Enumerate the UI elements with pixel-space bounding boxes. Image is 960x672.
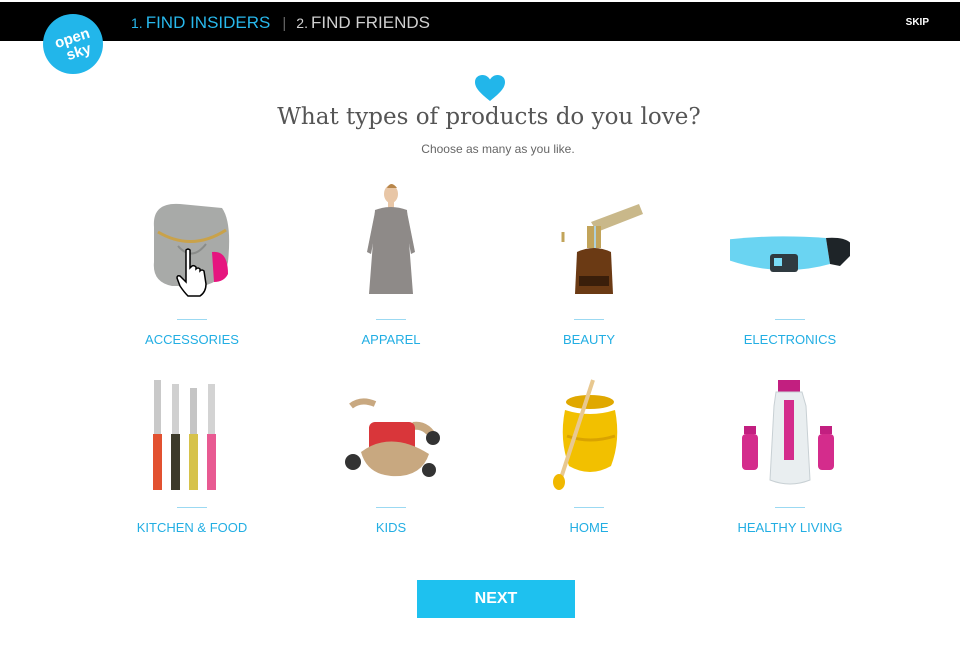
- category-divider: [376, 507, 406, 508]
- dress-image: [367, 184, 415, 294]
- category-label: KIDS: [375, 520, 407, 535]
- category-kitchen-food[interactable]: KITCHEN & FOOD: [97, 370, 287, 540]
- step-number: 2.: [296, 15, 308, 31]
- category-label: BEAUTY: [562, 332, 615, 347]
- category-electronics[interactable]: ELECTRONICS: [695, 182, 885, 352]
- category-label: HEALTHY LIVING: [737, 520, 843, 535]
- opensky-logo[interactable]: open sky: [43, 14, 103, 74]
- top-bar: 1. FIND INSIDERS | 2. FIND FRIENDS SKIP: [0, 2, 960, 41]
- category-divider: [177, 507, 207, 508]
- beauty-bottle-image: [561, 204, 643, 294]
- category-apparel[interactable]: APPAREL: [296, 182, 486, 352]
- next-button[interactable]: NEXT: [417, 580, 575, 618]
- step-indicator: 1. FIND INSIDERS | 2. FIND FRIENDS: [131, 13, 430, 35]
- kids-toy-image: [345, 398, 440, 477]
- wristband-image: [730, 236, 850, 272]
- step-separator: |: [282, 15, 287, 32]
- skip-link[interactable]: SKIP: [906, 17, 929, 28]
- category-divider: [574, 507, 604, 508]
- hand-pointer-cursor-icon: [176, 248, 207, 297]
- category-divider: [376, 319, 406, 320]
- step-find-friends[interactable]: 2. FIND FRIENDS: [296, 13, 430, 33]
- category-divider: [177, 319, 207, 320]
- step-label: FIND INSIDERS: [145, 13, 271, 32]
- honey-pot-image: [553, 379, 618, 490]
- water-bottle-image: [742, 380, 834, 485]
- page-subtitle: Choose as many as you like.: [421, 142, 575, 156]
- category-divider: [775, 507, 805, 508]
- category-label: ACCESSORIES: [145, 332, 239, 347]
- category-healthy-living[interactable]: HEALTHY LIVING: [695, 370, 885, 540]
- knives-image: [153, 380, 216, 490]
- step-number: 1.: [131, 15, 143, 31]
- heart-icon: [475, 75, 505, 101]
- category-label: KITCHEN & FOOD: [136, 520, 248, 535]
- category-divider: [574, 319, 604, 320]
- category-label: APPAREL: [361, 332, 421, 347]
- page-title: What types of products do you love?: [277, 104, 701, 130]
- step-find-insiders[interactable]: 1. FIND INSIDERS: [131, 13, 270, 33]
- category-label: HOME: [569, 520, 609, 535]
- category-label: ELECTRONICS: [743, 332, 837, 347]
- category-home[interactable]: HOME: [494, 370, 684, 540]
- category-kids[interactable]: KIDS: [296, 370, 486, 540]
- category-divider: [775, 319, 805, 320]
- category-beauty[interactable]: BEAUTY: [494, 182, 684, 352]
- step-label: FIND FRIENDS: [310, 13, 430, 32]
